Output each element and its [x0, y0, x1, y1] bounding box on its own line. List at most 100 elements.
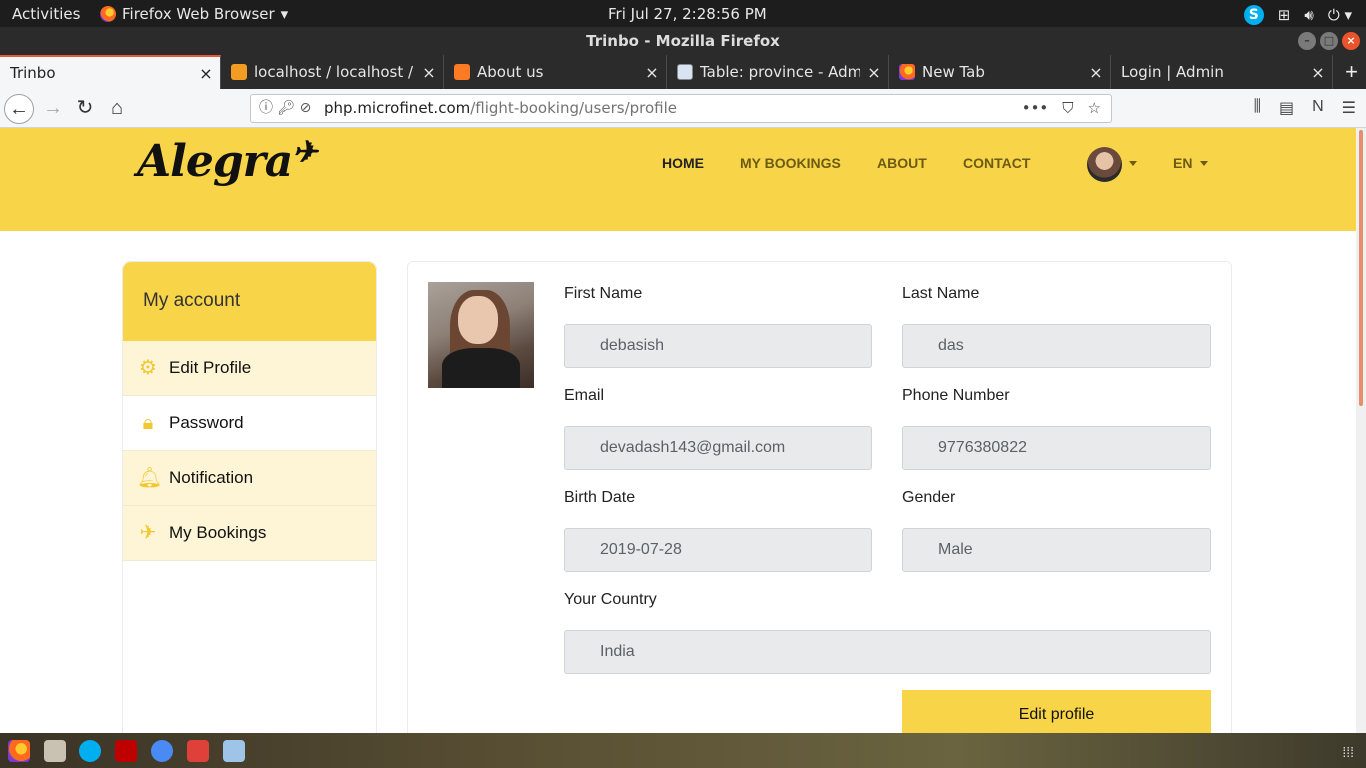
home-button[interactable]: ⌂ [102, 94, 132, 124]
first-name-label: First Name [564, 285, 643, 302]
close-icon[interactable]: × [860, 63, 888, 82]
sidebar-item-label: Password [169, 413, 244, 432]
tab-login-admin[interactable]: Login | Admin × [1111, 55, 1333, 89]
bell-icon: 🔔︎ [137, 467, 163, 489]
site-logo[interactable]: Alegra✈ [137, 135, 317, 187]
forward-button[interactable]: → [38, 94, 68, 124]
tab-title: Login | Admin [1121, 63, 1224, 81]
phpmyadmin-icon [231, 64, 247, 80]
reload-button[interactable]: ↻ [70, 94, 100, 124]
last-name-label: Last Name [902, 285, 980, 302]
profile-card: First Name debasish Last Name das Email … [407, 261, 1232, 733]
tab-title: Trinbo [10, 64, 56, 82]
birth-date-field[interactable]: 2019-07-28 [564, 528, 872, 572]
sidebar-heading: My account [123, 262, 376, 341]
skype-tray-icon[interactable]: S [1243, 5, 1264, 25]
country-label: Your Country [564, 591, 657, 608]
app-menu[interactable]: Firefox Web Browser ▾ [100, 5, 288, 23]
tab-new-tab[interactable]: New Tab × [889, 55, 1111, 89]
back-button[interactable]: ← [4, 94, 34, 124]
firefox-icon [100, 6, 116, 22]
page-actions-icon[interactable]: ••• [1022, 95, 1049, 122]
app-grid-icon[interactable]: ⁞⁞⁞ [1342, 744, 1354, 760]
tab-title: localhost / localhost / fli [254, 63, 415, 81]
skype-dock-icon[interactable] [79, 740, 101, 762]
maximize-button[interactable]: □ [1320, 32, 1338, 50]
nav-home[interactable]: HOME [662, 155, 704, 171]
url-bar[interactable]: ⓘ 🔑︎ ⊘ php.microfinet.com/flight-booking… [250, 94, 1112, 123]
url-domain: php.microfinet.com [324, 99, 471, 117]
chrome-dock-icon[interactable] [151, 740, 173, 762]
tab-trinbo[interactable]: Trinbo × [0, 55, 221, 89]
nav-my-bookings[interactable]: MY BOOKINGS [740, 155, 841, 171]
dock: ⁞⁞⁞ [0, 733, 1366, 768]
activities-button[interactable]: Activities [12, 5, 80, 23]
sidebar-item-my-bookings[interactable]: ✈ My Bookings [123, 506, 376, 561]
minimize-button[interactable]: – [1298, 32, 1316, 50]
bookmark-star-icon[interactable]: ☆ [1088, 95, 1101, 122]
nav-contact[interactable]: CONTACT [963, 155, 1030, 171]
clock[interactable]: Fri Jul 27, 2:28:56 PM [608, 5, 767, 23]
virtualbox-dock-icon[interactable] [223, 740, 245, 762]
gender-field[interactable]: Male [902, 528, 1211, 572]
phone-field[interactable]: 9776380822 [902, 426, 1211, 470]
edit-profile-button[interactable]: Edit profile [902, 690, 1211, 733]
tab-title: Table: province - Admine [700, 63, 860, 81]
close-icon[interactable]: × [415, 63, 443, 82]
profile-photo [428, 282, 534, 388]
files-dock-icon[interactable] [44, 740, 66, 762]
close-window-button[interactable]: × [1342, 32, 1360, 50]
account-sidebar: My account ⚙ Edit Profile 🔒︎ Password 🔔︎… [122, 261, 377, 733]
library-icon[interactable]: ⫼ [1254, 98, 1261, 118]
url-text[interactable]: php.microfinet.com/flight-booking/users/… [324, 95, 677, 122]
window-title: Trinbo - Mozilla Firefox [586, 32, 780, 50]
network-icon[interactable]: ⊞ [1278, 6, 1291, 24]
first-name-field[interactable]: debasish [564, 324, 872, 368]
firefox-icon [899, 64, 915, 80]
firefox-dock-icon[interactable] [8, 740, 30, 762]
birth-date-label: Birth Date [564, 489, 636, 506]
sidebar-item-label: My Bookings [169, 523, 267, 542]
user-avatar-menu[interactable] [1087, 147, 1122, 182]
close-icon[interactable]: × [638, 63, 666, 82]
page-viewport: Alegra✈ HOME MY BOOKINGS ABOUT CONTACT E… [0, 128, 1356, 733]
new-tab-button[interactable]: + [1345, 59, 1358, 85]
language-selector[interactable]: EN [1173, 155, 1192, 171]
window-titlebar: Trinbo - Mozilla Firefox – □ × [0, 27, 1366, 55]
nav-about[interactable]: ABOUT [877, 155, 927, 171]
filezilla-dock-icon[interactable] [115, 740, 137, 762]
url-path: /flight-booking/users/profile [470, 99, 678, 117]
plane-icon: ✈ [292, 135, 317, 170]
volume-icon[interactable]: 🔊︎ [1304, 6, 1313, 24]
pocket-icon[interactable]: ⛉ [1062, 95, 1073, 122]
close-icon[interactable]: × [192, 64, 220, 83]
anydesk-dock-icon[interactable] [187, 740, 209, 762]
sidebar-item-edit-profile[interactable]: ⚙ Edit Profile [123, 341, 376, 396]
tab-about-us[interactable]: About us × [444, 55, 667, 89]
adminer-icon [677, 64, 693, 80]
system-tray[interactable]: S ⊞ 🔊︎ ⏻ ▾ [1243, 5, 1352, 25]
close-icon[interactable]: × [1082, 63, 1110, 82]
tab-phpmyadmin[interactable]: localhost / localhost / fli × [221, 55, 444, 89]
plane-icon: ✈ [139, 522, 157, 544]
chevron-down-icon: ▾ [280, 5, 289, 23]
logo-text: Alegra [137, 136, 293, 187]
country-field[interactable]: India [564, 630, 1211, 674]
tab-adminer[interactable]: Table: province - Admine × [667, 55, 889, 89]
sidebar-item-notification[interactable]: 🔔︎ Notification [123, 451, 376, 506]
site-info-icon[interactable]: ⓘ 🔑︎ ⊘ [259, 95, 311, 122]
email-field[interactable]: devadash143@gmail.com [564, 426, 872, 470]
extension-icon[interactable]: N [1312, 98, 1324, 118]
hamburger-menu-icon[interactable]: ☰ [1342, 98, 1356, 118]
chevron-down-icon [1200, 161, 1208, 166]
last-name-field[interactable]: das [902, 324, 1211, 368]
sidebar-item-label: Notification [169, 468, 254, 487]
tab-bar: Trinbo × localhost / localhost / fli × A… [0, 55, 1366, 89]
sidebar-toggle-icon[interactable]: ▤ [1279, 98, 1294, 118]
power-icon[interactable]: ⏻ ▾ [1328, 6, 1352, 24]
tab-title: New Tab [922, 63, 985, 81]
scrollbar-thumb[interactable] [1359, 130, 1363, 406]
close-icon[interactable]: × [1304, 63, 1332, 82]
sidebar-item-password[interactable]: 🔒︎ Password [123, 396, 376, 451]
page-scrollbar[interactable] [1356, 128, 1366, 733]
